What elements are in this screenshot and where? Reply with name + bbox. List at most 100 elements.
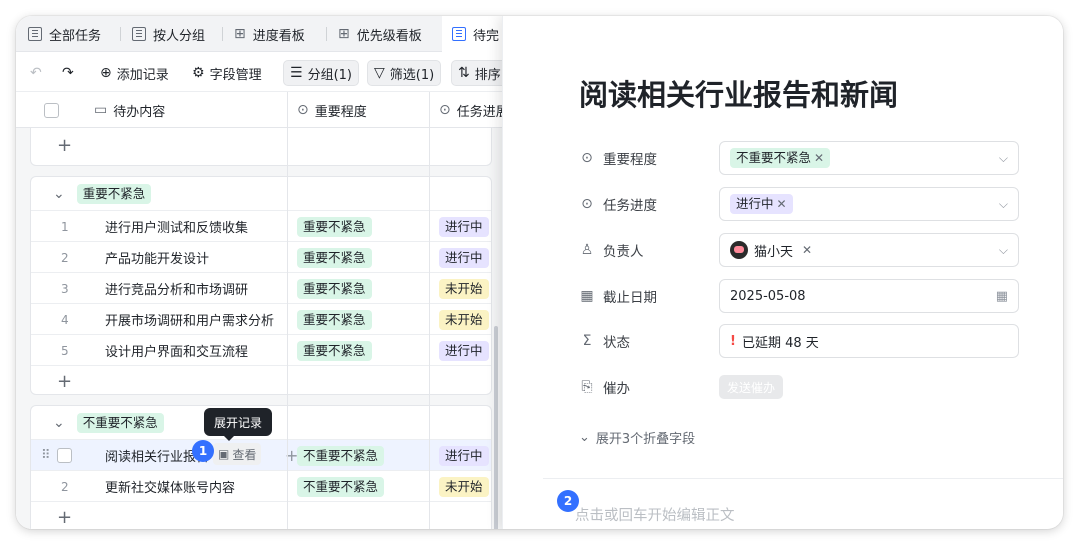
- plus-icon: +: [57, 506, 73, 528]
- field-owner: ♙ 负责人 猫小天 ✕ ⌵: [579, 233, 1019, 267]
- field-status: Σ 状态 ! 已延期 48 天: [579, 324, 1019, 358]
- calendar-icon: ▦: [580, 288, 594, 304]
- single-select-icon: ⊙: [581, 150, 593, 166]
- chevron-down-icon: ⌄: [53, 186, 65, 202]
- group-important-not-urgent: ⌄ 重要不紧急 1 进行用户测试和反馈收集 重要不紧急 进行中 2 产品功能开发…: [30, 176, 492, 395]
- chevron-down-icon: ⌄: [579, 430, 590, 445]
- tab-divider: [326, 27, 327, 41]
- deadline-date-picker[interactable]: 2025-05-08 ▦: [719, 279, 1019, 313]
- redo-icon: ↷: [62, 65, 74, 81]
- table-view: 全部任务 按人分组 ⊞ 进度看板 ⊞ 优先级看板 待完 ↶ ↷ ⊕ 添加记录 ⚙…: [16, 16, 511, 529]
- tab-divider: [222, 27, 223, 41]
- tab-pending[interactable]: 待完: [442, 16, 506, 52]
- text-field-icon: ▭: [94, 102, 108, 118]
- importance-tag: 重要不紧急: [297, 278, 372, 299]
- kanban-icon: ⊞: [338, 26, 350, 42]
- chevron-down-icon: ⌵: [998, 197, 1008, 211]
- table-row[interactable]: 4 开展市场调研和用户需求分析 重要不紧急 未开始: [31, 304, 491, 335]
- filter-icon: ▽: [374, 65, 385, 81]
- table-row[interactable]: 2 产品功能开发设计 重要不紧急 进行中: [31, 242, 491, 273]
- redo-button[interactable]: ↷: [56, 60, 80, 86]
- column-header-todo[interactable]: ▭ 待办内容: [94, 92, 165, 128]
- add-row[interactable]: +: [31, 502, 491, 529]
- table-row[interactable]: 5 设计用户界面和交互流程 重要不紧急 进行中: [31, 335, 491, 366]
- warning-icon: !: [730, 333, 736, 349]
- step-badge: 1: [192, 440, 214, 462]
- chevron-down-icon: ⌵: [998, 243, 1008, 257]
- remind-icon: ⎘: [581, 379, 593, 395]
- grid-icon: [28, 27, 42, 41]
- body-editor-placeholder[interactable]: 点击或回车开始编辑正文: [575, 504, 735, 525]
- calendar-icon: ▦: [995, 289, 1008, 304]
- column-divider: [287, 92, 288, 529]
- table-row[interactable]: 3 进行竞品分析和市场调研 重要不紧急 未开始: [31, 273, 491, 304]
- plus-icon: +: [57, 370, 73, 392]
- add-row[interactable]: +: [31, 366, 491, 394]
- group-header[interactable]: ⌄ 重要不紧急: [31, 177, 491, 211]
- tab-by-person[interactable]: 按人分组: [132, 16, 205, 52]
- tooltip: 展开记录: [204, 408, 273, 441]
- field-remind: ⎘ 催办 发送催办: [579, 370, 1019, 404]
- progress-tag: 进行中: [439, 445, 489, 466]
- undo-button[interactable]: ↶: [24, 60, 48, 86]
- field-importance: ⊙ 重要程度 不重要不紧急 ✕ ⌵: [579, 141, 1019, 175]
- toolbar: ↶ ↷ ⊕ 添加记录 ⚙ 字段管理 ☰ 分组(1) ▽ 筛选(1) ⇅ 排序: [16, 52, 511, 92]
- importance-tag: 重要不紧急: [297, 309, 372, 330]
- importance-tag: 重要不紧急: [297, 247, 372, 268]
- kanban-icon: ⊞: [234, 26, 246, 42]
- chevron-down-icon: ⌄: [53, 415, 65, 431]
- plus-icon: +: [57, 135, 73, 156]
- group-previous: +: [30, 128, 492, 166]
- tab-all-tasks[interactable]: 全部任务: [28, 16, 101, 52]
- column-header-importance[interactable]: ⊙ 重要程度: [297, 92, 367, 128]
- send-reminder-button[interactable]: 发送催办: [719, 375, 784, 399]
- grid-icon: [132, 27, 146, 41]
- progress-tag: 进行中: [439, 216, 489, 237]
- progress-tag: 未开始: [439, 476, 489, 497]
- app-window: 全部任务 按人分组 ⊞ 进度看板 ⊞ 优先级看板 待完 ↶ ↷ ⊕ 添加记录 ⚙…: [16, 16, 1063, 529]
- table-header: ▭ 待办内容 ⊙ 重要程度 ⊙ 任务进展: [16, 92, 509, 128]
- vertical-scrollbar[interactable]: [494, 326, 498, 529]
- add-record-button[interactable]: ⊕ 添加记录: [94, 60, 175, 86]
- group-button[interactable]: ☰ 分组(1): [283, 60, 359, 86]
- importance-select[interactable]: 不重要不紧急 ✕ ⌵: [719, 141, 1019, 175]
- gear-icon: ⚙: [192, 65, 205, 81]
- single-select-icon: ⊙: [439, 102, 451, 118]
- drag-handle-icon[interactable]: ⠿: [41, 440, 51, 471]
- expand-icon: ▣: [218, 447, 230, 461]
- row-checkbox[interactable]: [57, 440, 72, 471]
- importance-tag: 不重要不紧急: [297, 445, 385, 466]
- add-row[interactable]: +: [31, 128, 491, 164]
- tab-progress-board[interactable]: ⊞ 进度看板: [234, 16, 305, 52]
- formula-icon: Σ: [582, 333, 592, 349]
- remove-icon[interactable]: ✕: [777, 197, 787, 211]
- select-all-checkbox[interactable]: [44, 92, 59, 128]
- record-detail-panel: 阅读相关行业报告和新闻 ⊙ 重要程度 不重要不紧急 ✕ ⌵ ⊙ 任务进度 进行中 ✕…: [502, 16, 1063, 529]
- table-row[interactable]: 1 进行用户测试和反馈收集 重要不紧急 进行中: [31, 211, 491, 242]
- undo-icon: ↶: [30, 65, 42, 81]
- table-row[interactable]: 2 更新社交媒体账号内容 不重要不紧急 未开始: [31, 471, 491, 502]
- sort-icon: ⇅: [458, 65, 470, 81]
- single-select-icon: ⊙: [297, 102, 309, 118]
- single-select-icon: ⊙: [581, 196, 593, 212]
- view-record-button[interactable]: ▣ 查看: [213, 443, 262, 465]
- chevron-down-icon: ⌵: [998, 151, 1008, 165]
- field-manage-button[interactable]: ⚙ 字段管理: [186, 60, 268, 86]
- status-value: ! 已延期 48 天: [719, 324, 1019, 358]
- owner-select[interactable]: 猫小天 ✕ ⌵: [719, 233, 1019, 267]
- tab-priority-board[interactable]: ⊞ 优先级看板: [338, 16, 422, 52]
- divider: [543, 478, 1063, 479]
- filter-button[interactable]: ▽ 筛选(1): [367, 60, 442, 86]
- view-tabs: 全部任务 按人分组 ⊞ 进度看板 ⊞ 优先级看板 待完: [16, 16, 506, 52]
- field-deadline: ▦ 截止日期 2025-05-08 ▦: [579, 279, 1019, 313]
- column-header-progress[interactable]: ⊙ 任务进展: [439, 92, 509, 128]
- expand-hidden-fields[interactable]: ⌄ 展开3个折叠字段: [579, 428, 695, 447]
- importance-tag: 不重要不紧急: [297, 476, 385, 497]
- progress-select[interactable]: 进行中 ✕ ⌵: [719, 187, 1019, 221]
- progress-tag: 未开始: [439, 309, 489, 330]
- field-progress: ⊙ 任务进度 进行中 ✕ ⌵: [579, 187, 1019, 221]
- avatar: [730, 241, 748, 259]
- remove-icon[interactable]: ✕: [802, 243, 812, 257]
- record-title[interactable]: 阅读相关行业报告和新闻: [579, 72, 898, 114]
- remove-icon[interactable]: ✕: [814, 151, 824, 165]
